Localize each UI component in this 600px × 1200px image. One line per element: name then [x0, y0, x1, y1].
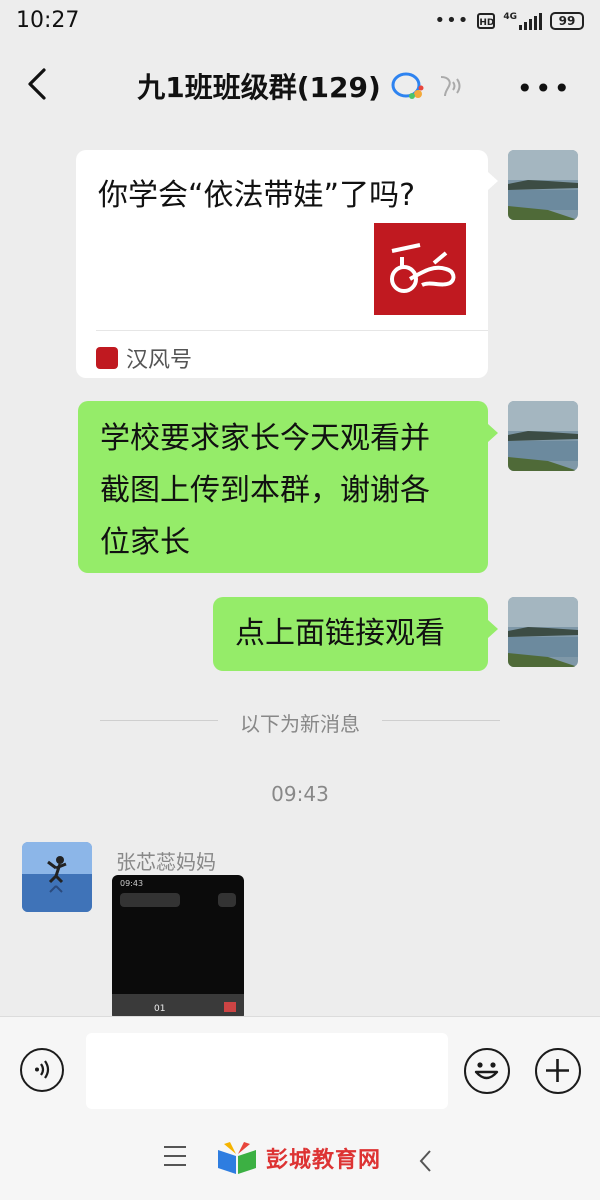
- nav-back-icon[interactable]: [416, 1148, 436, 1174]
- group-chat-icon: [391, 72, 424, 99]
- menu-icon[interactable]: [164, 1146, 186, 1173]
- card-source-row: 汉风号: [96, 342, 192, 374]
- message-bubble[interactable]: 点上面链接观看: [213, 597, 488, 671]
- hanfeng-logo-icon: [390, 243, 456, 293]
- bubble-tail: [488, 424, 498, 442]
- avatar[interactable]: [508, 597, 578, 667]
- brand-watermark: 彭城教育网: [214, 1140, 381, 1176]
- sender-name: 张芯蕊妈妈: [116, 850, 216, 874]
- sender-avatar[interactable]: [22, 842, 92, 912]
- lake-landscape-image: [508, 150, 578, 220]
- message-bubble[interactable]: 学校要求家长今天观看并 截图上传到本群，谢谢各 位家长: [78, 401, 488, 573]
- message-line: 点上面链接观看: [235, 616, 445, 651]
- bubble-tail: [488, 172, 498, 190]
- image-message[interactable]: 09:43 01: [112, 875, 244, 1020]
- message-input[interactable]: [86, 1033, 448, 1109]
- status-bar: 10:27 ••• HD 4G 99: [0, 0, 600, 42]
- input-bar: [0, 1016, 600, 1125]
- screenshot-thumb: [224, 1002, 236, 1012]
- hd-icon: HD: [477, 12, 496, 29]
- title-bar: 九1班班级群(129) •••: [0, 42, 600, 128]
- lake-landscape-image: [508, 401, 578, 471]
- book-logo-icon: [218, 1142, 256, 1174]
- card-divider: [96, 330, 488, 331]
- screenshot-status-time: 09:43: [120, 879, 144, 888]
- message-line: 位家长: [100, 525, 190, 560]
- chat-screen: 10:27 ••• HD 4G 99 九1班班级群(129) ••• 你学会“依…: [0, 0, 600, 1200]
- card-source: 汉风号: [126, 348, 193, 373]
- add-more-icon[interactable]: [535, 1048, 581, 1094]
- card-title: 你学会“依法带娃”了吗?: [98, 178, 416, 213]
- new-messages-divider: 以下为新消息: [100, 706, 500, 736]
- brand-text: 彭城教育网: [266, 1148, 382, 1173]
- person-silhouette-image: [22, 842, 92, 912]
- screenshot-counter: 01: [154, 1004, 166, 1014]
- signal-icon: 4G: [503, 12, 542, 30]
- navigation-bar: 彭城教育网: [0, 1124, 600, 1200]
- battery-icon: 99: [550, 11, 584, 30]
- chat-title[interactable]: 九1班班级群(129): [137, 66, 381, 106]
- screenshot-toolbar: [218, 893, 236, 907]
- voice-muted-icon: [440, 76, 461, 97]
- voice-input-icon[interactable]: [20, 1048, 64, 1092]
- divider-label: 以下为新消息: [240, 712, 360, 736]
- source-logo-icon: [96, 347, 118, 369]
- battery-level: 99: [558, 13, 576, 28]
- status-time: 10:27: [16, 8, 80, 33]
- more-options-icon[interactable]: •••: [516, 72, 572, 105]
- emoji-icon[interactable]: [464, 1048, 510, 1094]
- card-thumbnail: [374, 223, 466, 315]
- avatar[interactable]: [508, 150, 578, 220]
- bubble-tail: [488, 620, 498, 638]
- message-line: 截图上传到本群，谢谢各: [100, 473, 430, 508]
- screenshot-toolbar: [120, 893, 180, 907]
- lake-landscape-image: [508, 597, 578, 667]
- message-line: 学校要求家长今天观看并: [100, 421, 430, 456]
- link-card-message[interactable]: 你学会“依法带娃”了吗? 汉风号: [76, 150, 488, 378]
- network-label: 4G: [503, 11, 517, 22]
- divider-line: [382, 720, 500, 721]
- message-timestamp: 09:43: [271, 782, 329, 806]
- chat-title-wrap: 九1班班级群(129): [0, 66, 600, 106]
- avatar[interactable]: [508, 401, 578, 471]
- notification-dots-icon: •••: [434, 10, 470, 31]
